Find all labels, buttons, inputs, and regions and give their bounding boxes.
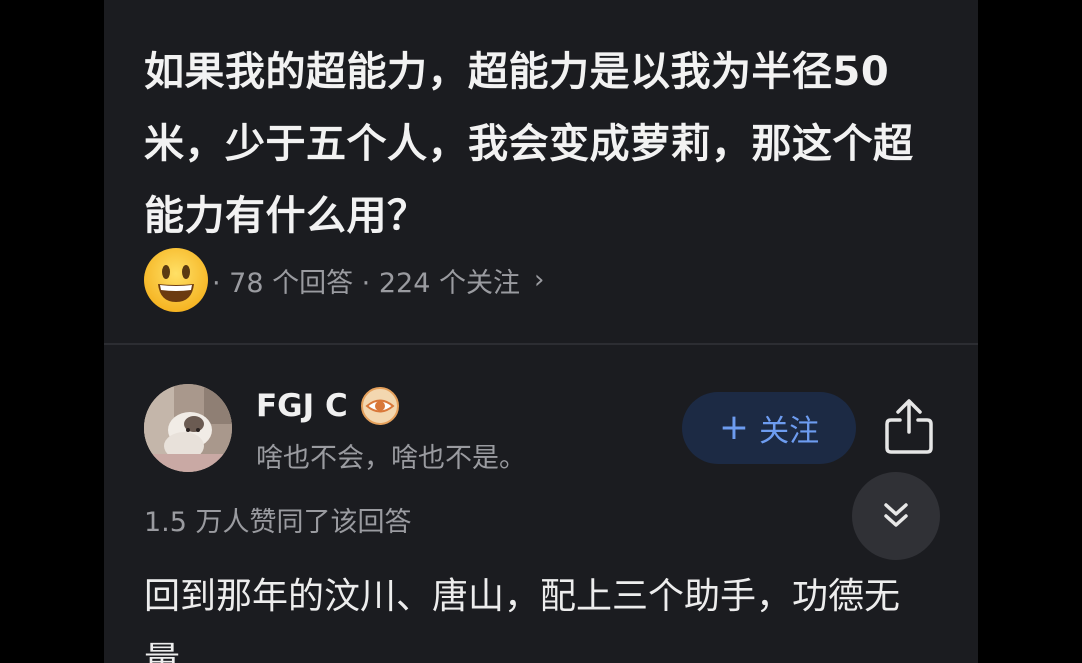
share-icon[interactable]	[882, 396, 936, 456]
avatar[interactable]	[144, 384, 232, 472]
approval-count: 1.5 万人赞同了该回答	[144, 507, 412, 538]
chevron-right-icon: ›	[533, 265, 545, 295]
grinning-face-emoji-icon	[144, 248, 208, 312]
follow-button[interactable]: + 关注	[682, 392, 856, 464]
double-chevron-down-icon	[884, 503, 908, 527]
question-title[interactable]: 如果我的超能力，超能力是以我为半径50米，少于五个人，我会变成萝莉，那这个超能力…	[144, 36, 944, 252]
answer-follow-count: · 78 个回答 · 224 个关注	[212, 267, 520, 299]
divider	[104, 343, 978, 345]
avatar-cat-image	[144, 384, 232, 472]
scroll-down-button[interactable]	[852, 472, 940, 560]
eye-badge-icon	[360, 387, 399, 425]
plus-icon: +	[718, 407, 750, 448]
app-screen: 如果我的超能力，超能力是以我为半径50米，少于五个人，我会变成萝莉，那这个超能力…	[104, 0, 978, 663]
follow-button-label: 关注	[759, 414, 820, 449]
author-name-row: FGJ C	[256, 384, 400, 428]
author-bio: 啥也不会，啥也不是。	[256, 443, 526, 474]
author-name[interactable]: FGJ C	[256, 388, 348, 424]
answer-text[interactable]: 回到那年的汶川、唐山，配上三个助手，功德无量。	[144, 565, 944, 663]
question-meta-row[interactable]: · 78 个回答 · 224 个关注 ›	[142, 245, 544, 315]
